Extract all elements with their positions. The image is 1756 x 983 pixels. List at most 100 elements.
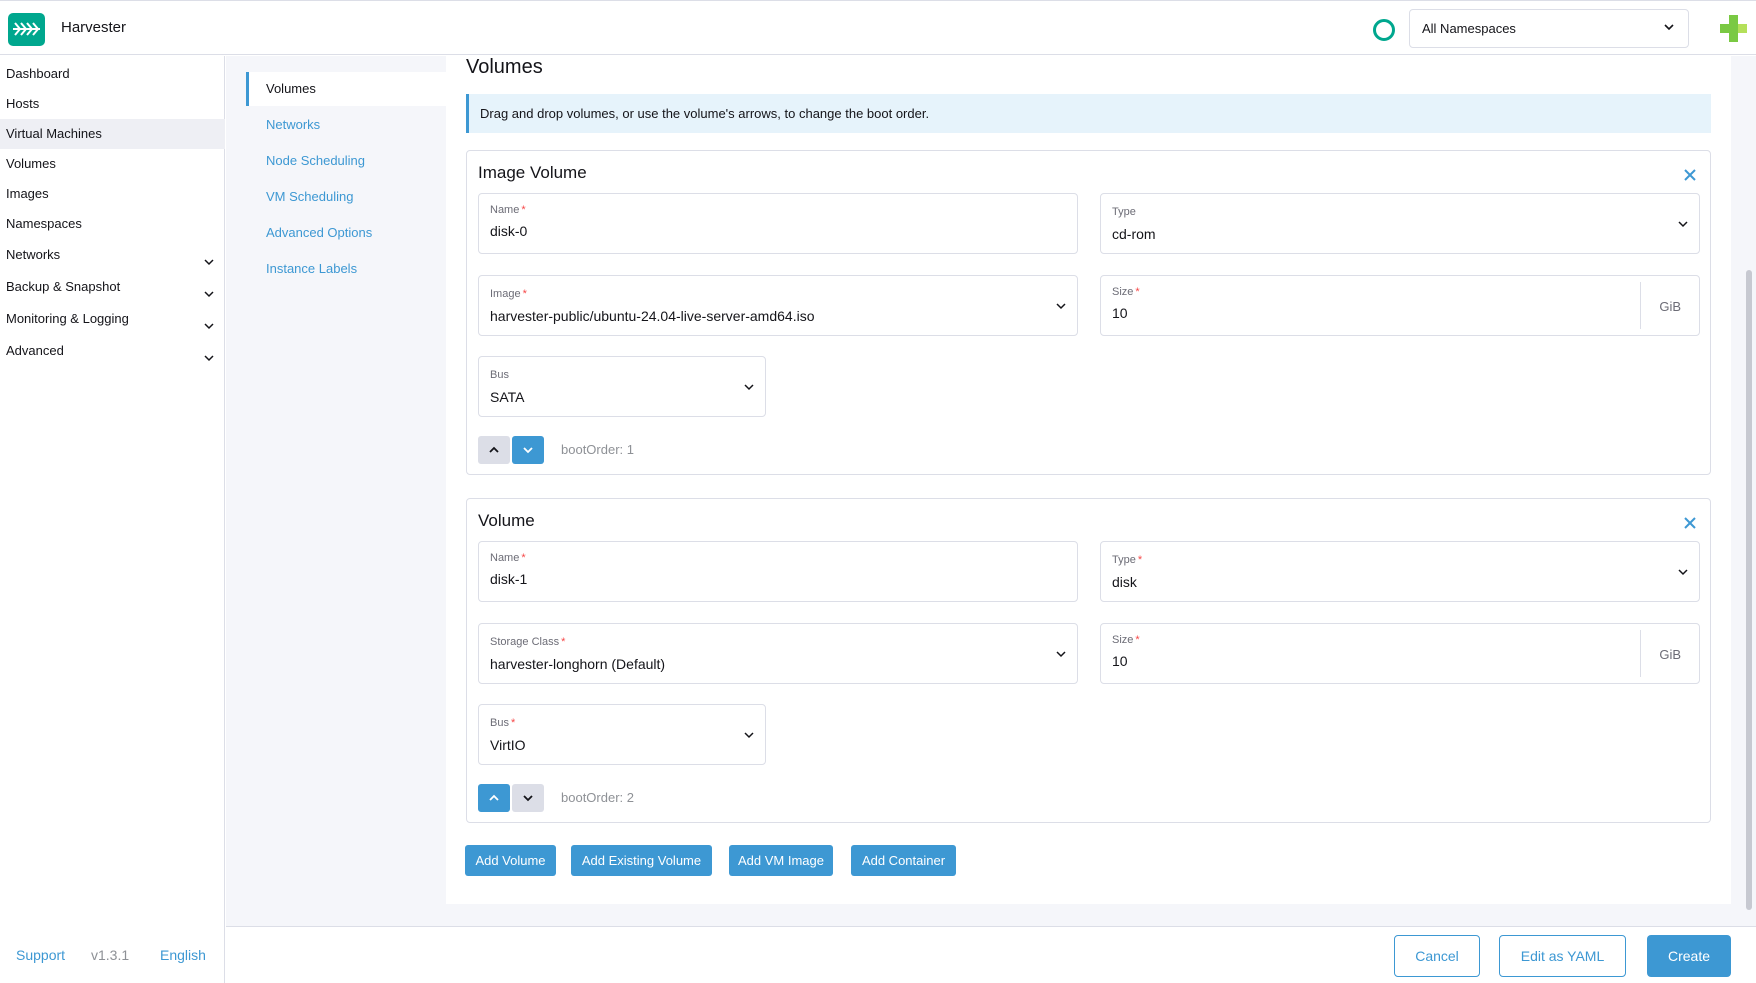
harvester-logo-icon[interactable]	[8, 13, 45, 46]
field-value: disk-0	[490, 223, 528, 239]
boot-order-label: bootOrder: 1	[561, 442, 634, 457]
sidebar-item-backup-snapshot[interactable]: Backup & Snapshot	[0, 272, 225, 302]
chevron-down-icon	[1662, 20, 1676, 37]
volume-name-field[interactable]: Name * disk-0	[478, 193, 1078, 254]
field-value: disk-1	[490, 571, 528, 587]
add-container-button[interactable]: Add Container	[851, 845, 956, 876]
volume-type-select[interactable]: Type cd-rom	[1100, 193, 1700, 254]
volume-card-title: Volume	[478, 511, 535, 530]
vertical-scrollbar[interactable]	[1746, 270, 1752, 910]
user-avatar-icon[interactable]	[1719, 13, 1756, 46]
close-icon[interactable]	[1682, 167, 1698, 183]
sidebar-item-advanced[interactable]: Advanced	[0, 336, 225, 366]
chevron-down-icon	[743, 729, 755, 744]
volume-size-field[interactable]: Size * 10 GiB	[1100, 275, 1700, 336]
cancel-button[interactable]: Cancel	[1394, 935, 1480, 977]
size-unit: GiB	[1659, 647, 1681, 662]
sidebar-item-monitoring-logging[interactable]: Monitoring & Logging	[0, 304, 225, 334]
chevron-down-icon	[1677, 566, 1689, 581]
edit-as-yaml-button[interactable]: Edit as YAML	[1499, 935, 1626, 977]
chevron-down-icon	[1677, 218, 1689, 233]
top-header: Harvester All Namespaces	[0, 0, 1756, 55]
support-link[interactable]: Support	[16, 947, 65, 963]
field-label: Storage Class *	[490, 636, 566, 648]
sidebar-item-networks[interactable]: Networks	[0, 240, 225, 270]
subnav-item-advanced-options[interactable]: Advanced Options	[246, 216, 446, 250]
storage-class-select[interactable]: Storage Class * harvester-longhorn (Defau…	[478, 623, 1078, 684]
chevron-up-icon	[489, 794, 499, 801]
sidebar-item-dashboard[interactable]: Dashboard	[0, 59, 225, 89]
move-down-button[interactable]	[512, 436, 544, 464]
add-volume-button[interactable]: Add Volume	[465, 845, 556, 876]
volume-bus-select[interactable]: Bus * VirtIO	[478, 704, 766, 765]
size-label: Size	[1112, 286, 1134, 298]
field-label: Size *	[1112, 286, 1140, 298]
move-up-button[interactable]	[478, 436, 510, 464]
image-label: Image	[490, 288, 521, 300]
sidebar-item-label: Hosts	[6, 96, 40, 111]
field-label: Bus *	[490, 717, 516, 729]
volume-image-select[interactable]: Image * harvester-public/ubuntu-24.04-liv…	[478, 275, 1078, 336]
size-label: Size	[1112, 634, 1134, 646]
chevron-down-icon	[203, 345, 215, 375]
chevron-down-icon	[1055, 300, 1067, 315]
image-volume-card[interactable]: Image Volume Name * disk-0 Type cd-rom Im…	[466, 150, 1711, 475]
subnav-item-volumes[interactable]: Volumes	[246, 72, 446, 106]
subnav-item-instance-labels[interactable]: Instance Labels	[246, 252, 446, 286]
subnav-item-label: Volumes	[266, 81, 316, 96]
boot-order-label: bootOrder: 2	[561, 790, 634, 805]
field-value: 10	[1112, 305, 1128, 321]
sidebar-item-virtual-machines[interactable]: Virtual Machines	[0, 119, 225, 149]
field-value: harvester-public/ubuntu-24.04-live-serve…	[490, 308, 815, 324]
app-title: Harvester	[61, 19, 127, 36]
volume-size-field[interactable]: Size * 10 GiB	[1100, 623, 1700, 684]
subnav-item-node-scheduling[interactable]: Node Scheduling	[246, 144, 446, 178]
sidebar-item-label: Backup & Snapshot	[6, 279, 121, 294]
field-label: Image *	[490, 288, 527, 300]
field-label: Name *	[490, 552, 526, 564]
subnav-item-vm-scheduling[interactable]: VM Scheduling	[246, 180, 446, 214]
volume-bus-select[interactable]: Bus SATA	[478, 356, 766, 417]
chevron-down-icon	[743, 381, 755, 396]
subnav-item-networks[interactable]: Networks	[246, 108, 446, 142]
sidebar-item-label: Monitoring & Logging	[6, 311, 129, 326]
volume-card-title: Image Volume	[478, 163, 587, 182]
storage-class-label: Storage Class	[490, 636, 560, 648]
size-unit: GiB	[1659, 299, 1681, 314]
sidebar-item-namespaces[interactable]: Namespaces	[0, 209, 225, 239]
volume-type-select[interactable]: Type * disk	[1100, 541, 1700, 602]
field-value: VirtIO	[490, 737, 526, 753]
sidebar-item-label: Advanced	[6, 343, 64, 358]
field-label: Size *	[1112, 634, 1140, 646]
create-button[interactable]: Create	[1647, 935, 1731, 977]
sidebar-item-volumes[interactable]: Volumes	[0, 149, 225, 179]
divider	[1640, 630, 1641, 677]
chevron-down-icon	[523, 447, 533, 454]
sidebar-item-label: Namespaces	[6, 216, 82, 231]
add-vm-image-button[interactable]: Add VM Image	[729, 845, 833, 876]
sidebar-item-label: Volumes	[6, 156, 56, 171]
field-value: disk	[1112, 574, 1137, 590]
field-value: SATA	[490, 389, 525, 405]
volume-card[interactable]: Volume Name * disk-1 Type * disk Storage C…	[466, 498, 1711, 823]
sidebar-item-label: Dashboard	[6, 66, 70, 81]
name-label: Name	[490, 552, 520, 564]
field-label: Name *	[490, 204, 526, 216]
type-label: Type	[1112, 554, 1136, 566]
info-banner: Drag and drop volumes, or use the volume…	[466, 94, 1711, 133]
language-selector[interactable]: English	[160, 947, 206, 963]
move-up-button[interactable]	[478, 784, 510, 812]
subnav-item-label: Instance Labels	[266, 261, 358, 276]
volume-name-field[interactable]: Name * disk-1	[478, 541, 1078, 602]
divider	[1640, 282, 1641, 329]
chevron-down-icon	[1055, 648, 1067, 663]
namespace-select-value: All Namespaces	[1422, 21, 1516, 36]
close-icon[interactable]	[1682, 515, 1698, 531]
sidebar-item-hosts[interactable]: Hosts	[0, 89, 225, 119]
namespace-select[interactable]: All Namespaces	[1409, 9, 1689, 48]
add-existing-volume-button[interactable]: Add Existing Volume	[571, 845, 712, 876]
move-down-button[interactable]	[512, 784, 544, 812]
chevron-up-icon	[489, 446, 499, 453]
sidebar-item-label: Networks	[6, 247, 61, 262]
sidebar-item-images[interactable]: Images	[0, 179, 225, 209]
